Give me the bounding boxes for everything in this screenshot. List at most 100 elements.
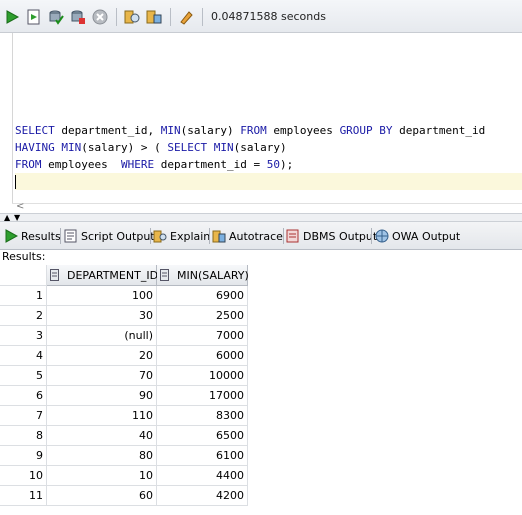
table-row[interactable]: 11 60 4200	[0, 486, 248, 506]
collapse-up-icon[interactable]: ▲	[4, 214, 10, 222]
sql-text: (salary)	[180, 124, 241, 137]
code-line: SELECT department_id, MIN(salary) FROM e…	[15, 122, 522, 139]
cell-department-id[interactable]: 70	[47, 366, 157, 386]
sql-code[interactable]: SELECT department_id, MIN(salary) FROM e…	[15, 122, 522, 190]
rollback-icon[interactable]	[70, 9, 86, 25]
sql-keyword: MIN	[160, 124, 181, 137]
run-script-icon[interactable]	[26, 9, 42, 25]
sql-text: (salary)	[233, 141, 287, 154]
autotrace-icon	[212, 230, 226, 243]
column-sort-icon[interactable]	[160, 269, 169, 281]
tab-script-output[interactable]: Script Output	[64, 226, 155, 246]
sql-text: employees	[266, 124, 340, 137]
table-row[interactable]: 1 100 6900	[0, 286, 248, 306]
table-row[interactable]: 10 10 4400	[0, 466, 248, 486]
sql-text: );	[279, 158, 294, 171]
sql-text: department_id,	[54, 124, 161, 137]
cell-department-id[interactable]: 100	[47, 286, 157, 306]
sql-keyword: GROUP BY	[339, 124, 393, 137]
output-tabs: Results Script Output Explain Autotrace …	[0, 222, 522, 250]
owa-output-icon	[375, 229, 389, 243]
scroll-left-icon[interactable]: <	[16, 201, 24, 212]
cell-min-salary[interactable]: 7000	[157, 326, 248, 346]
cell-department-id[interactable]: 30	[47, 306, 157, 326]
table-row[interactable]: 8 40 6500	[0, 426, 248, 446]
row-number: 4	[0, 346, 47, 366]
tab-autotrace[interactable]: Autotrace	[212, 226, 283, 246]
table-row[interactable]: 6 90 17000	[0, 386, 248, 406]
sql-text: (salary) > (	[81, 141, 168, 154]
cell-department-id[interactable]: (null)	[47, 326, 157, 346]
row-number: 9	[0, 446, 47, 466]
cell-min-salary[interactable]: 4400	[157, 466, 248, 486]
collapse-down-icon[interactable]: ▼	[14, 214, 20, 222]
clear-icon[interactable]	[178, 9, 194, 25]
column-header-department-id[interactable]: DEPARTMENT_ID	[47, 265, 159, 286]
cell-min-salary[interactable]: 6000	[157, 346, 248, 366]
cell-min-salary[interactable]: 6100	[157, 446, 248, 466]
autotrace-icon[interactable]	[146, 9, 162, 25]
tab-label: DBMS Output	[303, 229, 378, 243]
tab-explain[interactable]: Explain	[153, 226, 210, 246]
table-row[interactable]: 9 80 6100	[0, 446, 248, 466]
cell-min-salary[interactable]: 6900	[157, 286, 248, 306]
cell-min-salary[interactable]: 8300	[157, 406, 248, 426]
cell-min-salary[interactable]: 17000	[157, 386, 248, 406]
row-number: 10	[0, 466, 47, 486]
cell-department-id[interactable]: 40	[47, 426, 157, 446]
cell-department-id[interactable]: 90	[47, 386, 157, 406]
cell-department-id[interactable]: 20	[47, 346, 157, 366]
tab-label: Autotrace	[229, 229, 283, 243]
tab-separator	[150, 228, 151, 244]
sql-keyword: SELECT	[167, 141, 208, 154]
column-sort-icon[interactable]	[50, 269, 59, 281]
table-row[interactable]: 4 20 6000	[0, 346, 248, 366]
column-header-min-salary[interactable]: MIN(SALARY)	[157, 265, 249, 286]
cell-department-id[interactable]: 10	[47, 466, 157, 486]
cell-min-salary[interactable]: 2500	[157, 306, 248, 326]
results-caption: Results:	[2, 250, 46, 263]
run-statement-icon[interactable]	[4, 9, 20, 25]
grid-header: DEPARTMENT_ID MIN(SALARY)	[0, 265, 249, 286]
tab-label: Script Output	[81, 229, 155, 243]
cell-min-salary[interactable]: 6500	[157, 426, 248, 446]
row-number: 5	[0, 366, 47, 386]
row-number: 1	[0, 286, 47, 306]
row-number: 11	[0, 486, 47, 506]
table-row[interactable]: 2 30 2500	[0, 306, 248, 326]
column-header-label: DEPARTMENT_ID	[67, 269, 159, 282]
cell-min-salary[interactable]: 4200	[157, 486, 248, 506]
row-number: 8	[0, 426, 47, 446]
tab-dbms-output[interactable]: DBMS Output	[286, 226, 377, 246]
table-row[interactable]: 3 (null) 7000	[0, 326, 248, 346]
table-row[interactable]: 7 110 8300	[0, 406, 248, 426]
sql-keyword: SELECT	[15, 124, 55, 137]
explain-plan-icon[interactable]	[124, 9, 140, 25]
column-header-label: MIN(SALARY)	[177, 269, 249, 282]
cell-department-id[interactable]: 80	[47, 446, 157, 466]
execution-time: 0.04871588 seconds	[211, 10, 326, 23]
cell-department-id[interactable]: 60	[47, 486, 157, 506]
code-line: HAVING MIN(salary) > ( SELECT MIN(salary…	[15, 139, 522, 156]
sql-text: employees	[41, 158, 121, 171]
tab-owa-output[interactable]: OWA Output	[375, 226, 460, 246]
row-number: 7	[0, 406, 47, 426]
cell-department-id[interactable]: 110	[47, 406, 157, 426]
pane-splitter[interactable]: ▲ ▼	[0, 213, 522, 222]
commit-icon[interactable]	[48, 9, 64, 25]
sql-keyword: MIN	[61, 141, 82, 154]
cell-min-salary[interactable]: 10000	[157, 366, 248, 386]
sql-editor[interactable]: SELECT department_id, MIN(salary) FROM e…	[0, 33, 522, 213]
explain-icon	[153, 230, 167, 243]
cancel-icon[interactable]	[92, 9, 108, 25]
sql-keyword: FROM	[240, 124, 267, 137]
tab-results[interactable]: Results	[4, 226, 61, 246]
worksheet-toolbar: 0.04871588 seconds	[0, 0, 522, 33]
row-number: 3	[0, 326, 47, 346]
toolbar-separator	[202, 8, 203, 26]
editor-gutter	[0, 33, 13, 213]
code-line: FROM employees WHERE department_id = 50)…	[15, 156, 522, 173]
table-row[interactable]: 5 70 10000	[0, 366, 248, 386]
current-line	[15, 173, 522, 190]
